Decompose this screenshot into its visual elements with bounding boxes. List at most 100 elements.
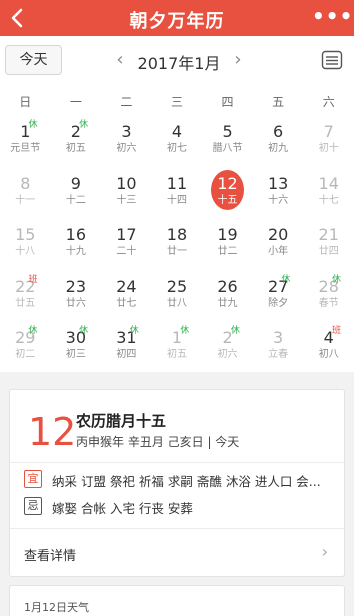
lunar-day: 初三 — [65, 349, 86, 360]
ji-activities[interactable]: 嫁娶 合帐 入宅 行丧 安葬 — [52, 498, 193, 517]
day-number: 22 — [15, 276, 36, 296]
day-number: 16 — [65, 225, 87, 244]
holiday-tag: 休 — [281, 274, 291, 285]
today-button[interactable]: 今天 — [5, 45, 62, 75]
ganzhi-text: 丙申猴年 辛丑月 己亥日 | 今天 — [76, 435, 240, 449]
calendar-day[interactable]: 3 立春 — [253, 320, 304, 372]
calendar-day[interactable]: 8 十一 — [0, 166, 51, 218]
lunar-day: 初四 — [116, 349, 137, 360]
day-number: 1 — [171, 328, 183, 347]
detail-day-number: 12 — [28, 410, 77, 454]
lunar-day: 初六 — [116, 143, 137, 154]
calendar-day[interactable]: 18 廿一 — [152, 217, 203, 269]
app-title: 朝夕万年历 — [129, 11, 225, 32]
calendar-day[interactable]: 班 4 初八 — [303, 320, 354, 372]
day-number: 13 — [267, 173, 289, 193]
calendar-day[interactable]: 7 初十 — [303, 114, 354, 166]
lunar-day: 廿四 — [318, 246, 339, 257]
calendar-day[interactable]: 4 初七 — [152, 114, 203, 166]
calendar-day[interactable]: 休 30 初三 — [51, 320, 102, 372]
divider — [10, 462, 344, 463]
day-number: 20 — [267, 225, 289, 244]
day-number: 28 — [318, 276, 339, 296]
calendar-day[interactable]: 3 初六 — [101, 114, 152, 166]
lunar-day: 初九 — [268, 143, 289, 154]
lunar-day: 廿二 — [217, 246, 238, 257]
day-number: 8 — [20, 173, 31, 193]
day-number: 6 — [273, 122, 284, 141]
calendar-day[interactable]: 休 31 初四 — [101, 320, 152, 372]
weekday-label: 二 — [120, 95, 133, 109]
calendar-day[interactable]: 24 廿七 — [101, 269, 152, 321]
calendar-day[interactable]: 19 廿二 — [202, 217, 253, 269]
yi-activities[interactable]: 纳采 订盟 祭祀 祈福 求嗣 斋醮 沐浴 进人口 会... — [52, 471, 321, 490]
calendar-day[interactable]: 休 29 初二 — [0, 320, 51, 372]
calendar-day[interactable]: 休 27 除夕 — [253, 269, 304, 321]
calendar-day[interactable]: 5 腊八节 — [202, 114, 253, 166]
lunar-day: 初五 — [166, 349, 187, 360]
calendar-day[interactable]: 13 十六 — [253, 166, 304, 218]
calendar-day[interactable]: 休 28 春节 — [303, 269, 354, 321]
day-number: 9 — [70, 173, 81, 193]
calendar-day-selected[interactable]: 12 十五 — [202, 166, 253, 218]
lunar-day: 春节 — [318, 297, 339, 309]
ji-badge: 忌 — [24, 497, 42, 515]
weather-title: 1月12日天气 — [24, 601, 89, 614]
day-number: 19 — [217, 225, 238, 244]
calendar-day[interactable]: 14 十七 — [303, 166, 354, 218]
calendar-day[interactable]: 休 1 元旦节 — [0, 114, 51, 166]
day-number: 23 — [65, 276, 87, 296]
calendar-grid: 日一二三四五六 休 1 元旦节休 2 初五 3 初六 4 初七 5 腊八节 6 初九 7 初十 8 十一 9 十二 1… — [0, 86, 354, 372]
calendar-day[interactable]: 休 2 初六 — [202, 320, 253, 372]
holiday-tag: 休 — [331, 274, 341, 285]
calendar-toolbar: 今天 ‹ 2017年1月 › — [0, 36, 354, 86]
day-number: 27 — [267, 276, 289, 296]
calendar-day[interactable]: 21 廿四 — [303, 217, 354, 269]
calendar-day[interactable]: 班 22 廿五 — [0, 269, 51, 321]
next-month-icon[interactable]: › — [228, 48, 248, 74]
day-number: 7 — [323, 122, 334, 141]
calendar-day[interactable]: 11 十四 — [152, 166, 203, 218]
chevron-right-icon[interactable]: › — [322, 542, 328, 561]
holiday-tag: 休 — [129, 326, 139, 336]
holiday-tag: 休 — [180, 326, 190, 336]
day-number: 10 — [116, 173, 137, 193]
weather-card[interactable]: 1月12日天气 — [9, 585, 345, 616]
day-number: 3 — [121, 122, 132, 141]
calendar-day[interactable]: 9 十二 — [51, 166, 102, 218]
calendar-day[interactable]: 23 廿六 — [51, 269, 102, 321]
lunar-day: 十三 — [116, 194, 137, 206]
month-label[interactable]: 2017年1月 — [132, 50, 226, 74]
calendar-day[interactable]: 26 廿九 — [202, 269, 253, 321]
list-icon[interactable] — [320, 48, 344, 72]
weekday-label: 日 — [19, 95, 32, 109]
prev-month-icon[interactable]: ‹ — [110, 48, 130, 74]
calendar-day[interactable]: 20 小年 — [253, 217, 304, 269]
calendar-day[interactable]: 6 初九 — [253, 114, 304, 166]
calendar-day[interactable]: 休 1 初五 — [152, 320, 203, 372]
lunar-day: 十一 — [15, 194, 36, 206]
calendar-day[interactable]: 16 十九 — [51, 217, 102, 269]
calendar-day[interactable]: 17 二十 — [101, 217, 152, 269]
lunar-day: 初五 — [65, 143, 86, 154]
lunar-day: 十二 — [65, 194, 86, 206]
day-number: 5 — [222, 122, 233, 141]
calendar-day[interactable]: 休 2 初五 — [51, 114, 102, 166]
lunar-day: 除夕 — [268, 297, 289, 309]
weekday-label: 四 — [221, 95, 234, 109]
more-icon[interactable]: ••• — [312, 6, 352, 30]
holiday-tag: 休 — [79, 120, 89, 130]
calendar-day[interactable]: 10 十三 — [101, 166, 152, 218]
day-number: 31 — [116, 328, 137, 347]
weekday-label: 六 — [322, 95, 335, 109]
calendar-day[interactable]: 25 廿八 — [152, 269, 203, 321]
day-number: 25 — [166, 276, 188, 296]
workday-tag: 班 — [28, 274, 38, 285]
lunar-day: 廿五 — [15, 297, 36, 309]
view-details-link[interactable]: 查看详情 — [24, 545, 76, 564]
calendar-day[interactable]: 15 十八 — [0, 217, 51, 269]
day-number: 26 — [217, 276, 238, 296]
lunar-day: 十八 — [15, 246, 36, 257]
lunar-day: 廿六 — [65, 297, 86, 309]
day-number: 2 — [70, 122, 81, 141]
